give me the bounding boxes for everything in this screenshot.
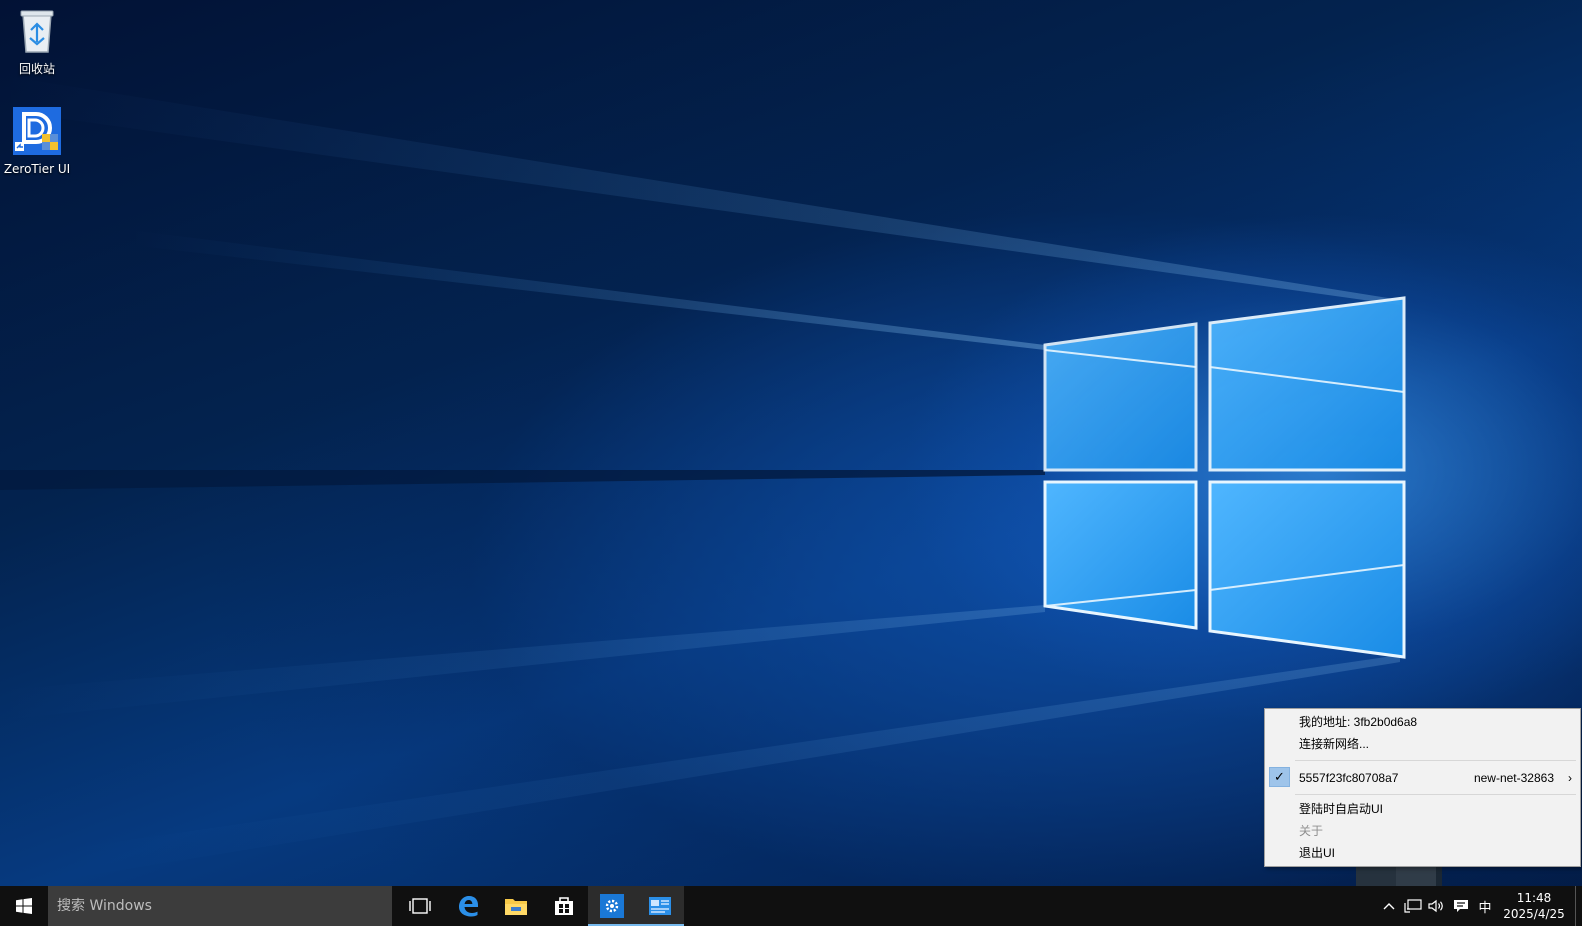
windows-start-icon: [16, 898, 32, 914]
clock-date: 2025/4/25: [1503, 907, 1565, 921]
network-id: 5557f23fc80708a7: [1299, 771, 1399, 785]
edge-button[interactable]: [444, 886, 492, 926]
message-icon: [1454, 900, 1468, 912]
zerotier-ui-shortcut[interactable]: ZeroTier UI: [0, 106, 76, 176]
zerotier-ui-label: ZeroTier UI: [3, 162, 71, 176]
show-hidden-icons-button[interactable]: [1377, 886, 1401, 926]
file-explorer-icon: [505, 899, 527, 915]
network-button[interactable]: [1401, 886, 1425, 926]
network-name: new-net-32863: [1473, 771, 1554, 785]
store-button[interactable]: [540, 886, 588, 926]
input-method-indicator[interactable]: 中: [1473, 886, 1497, 926]
recycle-bin-icon: [20, 10, 54, 53]
zerotier-ui-icon: [13, 107, 61, 155]
clock-time: 11:48: [1516, 891, 1552, 905]
check-icon: ✓: [1269, 767, 1290, 787]
start-button[interactable]: [0, 886, 48, 926]
zerotier-ui-taskbar-button[interactable]: [636, 886, 684, 926]
menu-separator: [1295, 794, 1576, 795]
taskbar: 搜索 Windows 中 11:48 2025/4/25: [0, 886, 1582, 926]
settings-button[interactable]: [588, 886, 636, 926]
menu-item-autostart[interactable]: 登陆时自启动UI: [1265, 798, 1580, 820]
submenu-arrow-icon: ›: [1568, 771, 1572, 785]
edge-icon: [459, 896, 478, 917]
exit-label: 退出UI: [1299, 846, 1336, 860]
network-icon: [1404, 899, 1422, 913]
autostart-label: 登陆时自启动UI: [1299, 802, 1384, 816]
taskbar-search-box[interactable]: 搜索 Windows: [48, 886, 392, 926]
store-icon: [555, 897, 573, 915]
task-view-icon: [409, 898, 431, 914]
menu-item-join-network[interactable]: 连接新网络...: [1265, 733, 1580, 755]
system-tray: 中 11:48 2025/4/25: [1377, 886, 1582, 926]
search-placeholder: 搜索 Windows: [57, 898, 152, 914]
menu-item-network[interactable]: ✓ 5557f23fc80708a7 new-net-32863 ›: [1265, 766, 1580, 790]
my-address-label: 我的地址: 3fb2b0d6a8: [1299, 715, 1418, 729]
join-network-label: 连接新网络...: [1299, 737, 1370, 751]
recycle-bin-label: 回收站: [18, 62, 55, 76]
volume-button[interactable]: [1425, 886, 1449, 926]
menu-separator: [1295, 760, 1576, 761]
menu-item-exit[interactable]: 退出UI: [1265, 842, 1580, 864]
zerotier-context-menu: 我的地址: 3fb2b0d6a8 连接新网络... ✓ 5557f23fc807…: [1264, 708, 1581, 867]
show-desktop-button[interactable]: [1575, 886, 1582, 926]
clock[interactable]: 11:48 2025/4/25: [1497, 890, 1571, 922]
menu-item-my-address[interactable]: 我的地址: 3fb2b0d6a8: [1265, 711, 1580, 733]
menu-item-about: 关于: [1265, 820, 1580, 842]
speaker-icon: [1428, 899, 1443, 913]
zerotier-ui-icon: [649, 897, 671, 915]
windows-logo-light: [1043, 296, 1406, 659]
chevron-up-icon: [1383, 903, 1395, 910]
settings-icon: [600, 894, 624, 918]
about-label: 关于: [1299, 824, 1324, 838]
task-view-button[interactable]: [396, 886, 444, 926]
file-explorer-button[interactable]: [492, 886, 540, 926]
recycle-bin-shortcut[interactable]: 回收站: [0, 8, 76, 77]
action-center-button[interactable]: [1449, 886, 1473, 926]
